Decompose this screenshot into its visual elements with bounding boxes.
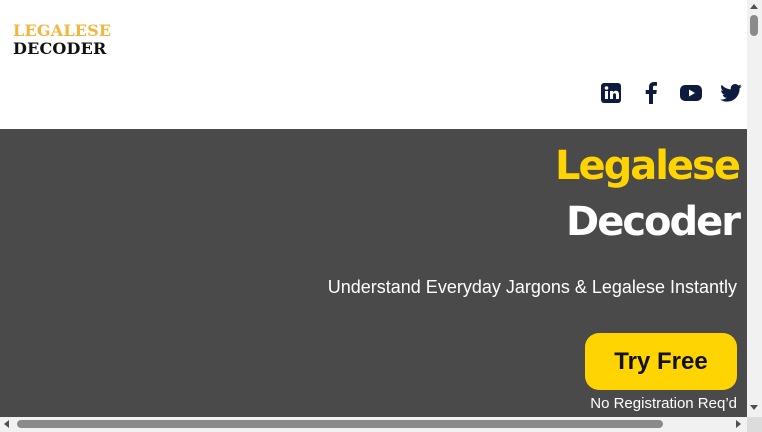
linkedin-icon[interactable] bbox=[600, 82, 622, 104]
hero-title-line-1: Legalese bbox=[554, 143, 741, 189]
site-logo[interactable]: LEGALESE DECODER bbox=[13, 22, 111, 58]
horizontal-scrollbar[interactable] bbox=[0, 417, 747, 432]
scroll-down-icon[interactable] bbox=[750, 405, 758, 410]
facebook-icon[interactable] bbox=[640, 82, 662, 104]
scroll-right-icon[interactable] bbox=[736, 420, 741, 428]
try-free-button[interactable]: Try Free bbox=[585, 333, 737, 390]
logo-line-2: DECODER bbox=[13, 39, 107, 58]
scroll-up-icon[interactable] bbox=[750, 4, 758, 9]
hero-section: Legalese Decoder Understand Everyday Jar… bbox=[0, 129, 747, 417]
logo-line-1: LEGALESE bbox=[13, 21, 112, 40]
vertical-scroll-thumb[interactable] bbox=[750, 15, 758, 36]
scrollbar-corner bbox=[747, 417, 762, 432]
hero-subtitle: Understand Everyday Jargons & Legalese I… bbox=[327, 277, 737, 297]
vertical-scrollbar[interactable] bbox=[747, 0, 762, 417]
scroll-left-icon[interactable] bbox=[4, 420, 9, 428]
social-links bbox=[600, 82, 742, 104]
page: LEGALESE DECODER Legalese Decoder Unders… bbox=[0, 0, 747, 417]
youtube-icon[interactable] bbox=[680, 82, 702, 104]
cta-note: No Registration Req’d bbox=[590, 395, 737, 412]
hero-title-line-2: Decoder bbox=[565, 199, 741, 245]
twitter-icon[interactable] bbox=[720, 82, 742, 104]
horizontal-scroll-thumb[interactable] bbox=[17, 420, 663, 428]
